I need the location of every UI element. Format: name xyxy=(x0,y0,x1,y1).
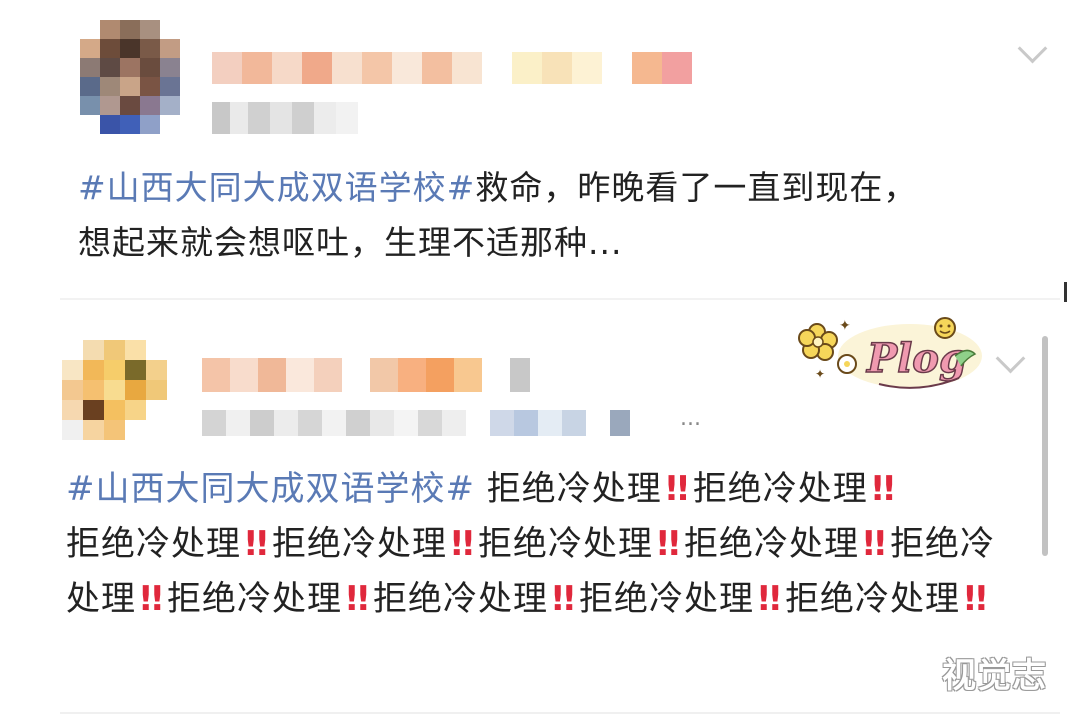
weibo-post-1: #山西大同大成双语学校#救命，昨晚看了一直到现在， 想起来就会想呕吐，生理不适那种… xyxy=(0,0,1080,300)
double-exclamation-icon: !! xyxy=(449,524,476,564)
phrase-2: 拒绝冷处理 xyxy=(692,469,868,509)
avatar-2-blurred[interactable] xyxy=(62,340,167,440)
double-exclamation-icon: !! xyxy=(344,579,371,619)
phrase-8: 拒绝冷处理 xyxy=(167,579,343,619)
meta-1-blurred xyxy=(212,102,358,134)
double-exclamation-icon: !! xyxy=(243,524,270,564)
meta-2-ellipsis: ... xyxy=(680,406,701,431)
double-exclamation-icon: !! xyxy=(663,469,691,509)
plog-text: Plog xyxy=(866,335,967,382)
phrase-1: 拒绝冷处理 xyxy=(486,469,662,509)
scrollbar[interactable] xyxy=(1042,336,1048,556)
smiley-icon xyxy=(934,317,956,339)
flower-icon xyxy=(798,323,838,361)
double-exclamation-icon: !! xyxy=(861,524,888,564)
post-1-line1: 救命，昨晚看了一直到现在， xyxy=(475,168,918,207)
weibo-post-2: ... ✦ ✦ Plog #山西大同大成双语学校# 拒绝冷处理!! 拒绝冷处理!!… xyxy=(0,302,1080,719)
username-2-blurred[interactable] xyxy=(202,358,530,392)
plog-sticker: ✦ ✦ Plog xyxy=(798,317,982,389)
double-exclamation-icon: !! xyxy=(756,579,783,619)
double-exclamation-icon: !! xyxy=(655,524,682,564)
phrase-5: 拒绝冷处理 xyxy=(478,524,654,564)
phrase-10: 拒绝冷处理 xyxy=(579,579,755,619)
chevron-down-icon[interactable] xyxy=(1017,33,1048,64)
meta-2-blurred xyxy=(202,410,630,436)
edge-marker xyxy=(1064,282,1067,302)
chevron-down-icon-2[interactable] xyxy=(995,343,1026,374)
phrase-4: 拒绝冷处理 xyxy=(272,524,448,564)
small-flower-icon xyxy=(837,354,857,374)
double-exclamation-icon: !! xyxy=(550,579,577,619)
phrase-9: 拒绝冷处理 xyxy=(373,579,549,619)
double-exclamation-icon: !! xyxy=(138,579,165,619)
phrase-3: 拒绝冷处理 xyxy=(66,524,241,564)
double-exclamation-icon: !! xyxy=(962,579,989,619)
post-divider-bottom xyxy=(60,712,1060,714)
phrase-11: 拒绝冷处理 xyxy=(785,579,961,619)
avatar-1-blurred[interactable] xyxy=(80,20,180,135)
post-divider xyxy=(60,298,1060,300)
username-1-blurred[interactable] xyxy=(212,52,692,84)
post-1-line2: 想起来就会想呕吐，生理不适那种... xyxy=(78,223,623,262)
watermark-text: 视觉志 xyxy=(942,656,1047,696)
post-1-text: #山西大同大成双语学校#救命，昨晚看了一直到现在， 想起来就会想呕吐，生理不适那种… xyxy=(78,160,1038,270)
svg-text:✦: ✦ xyxy=(815,367,825,381)
post-2-text: #山西大同大成双语学校# 拒绝冷处理!! 拒绝冷处理!! 拒绝冷处理!! 拒绝冷处理!… xyxy=(66,462,1026,627)
hashtag-link-2[interactable]: #山西大同大成双语学校# xyxy=(66,469,475,509)
hashtag-link[interactable]: #山西大同大成双语学校# xyxy=(78,168,475,207)
double-exclamation-icon: !! xyxy=(869,469,897,509)
sparkle-icon: ✦ xyxy=(839,318,851,334)
phrase-6: 拒绝冷处理 xyxy=(684,524,860,564)
